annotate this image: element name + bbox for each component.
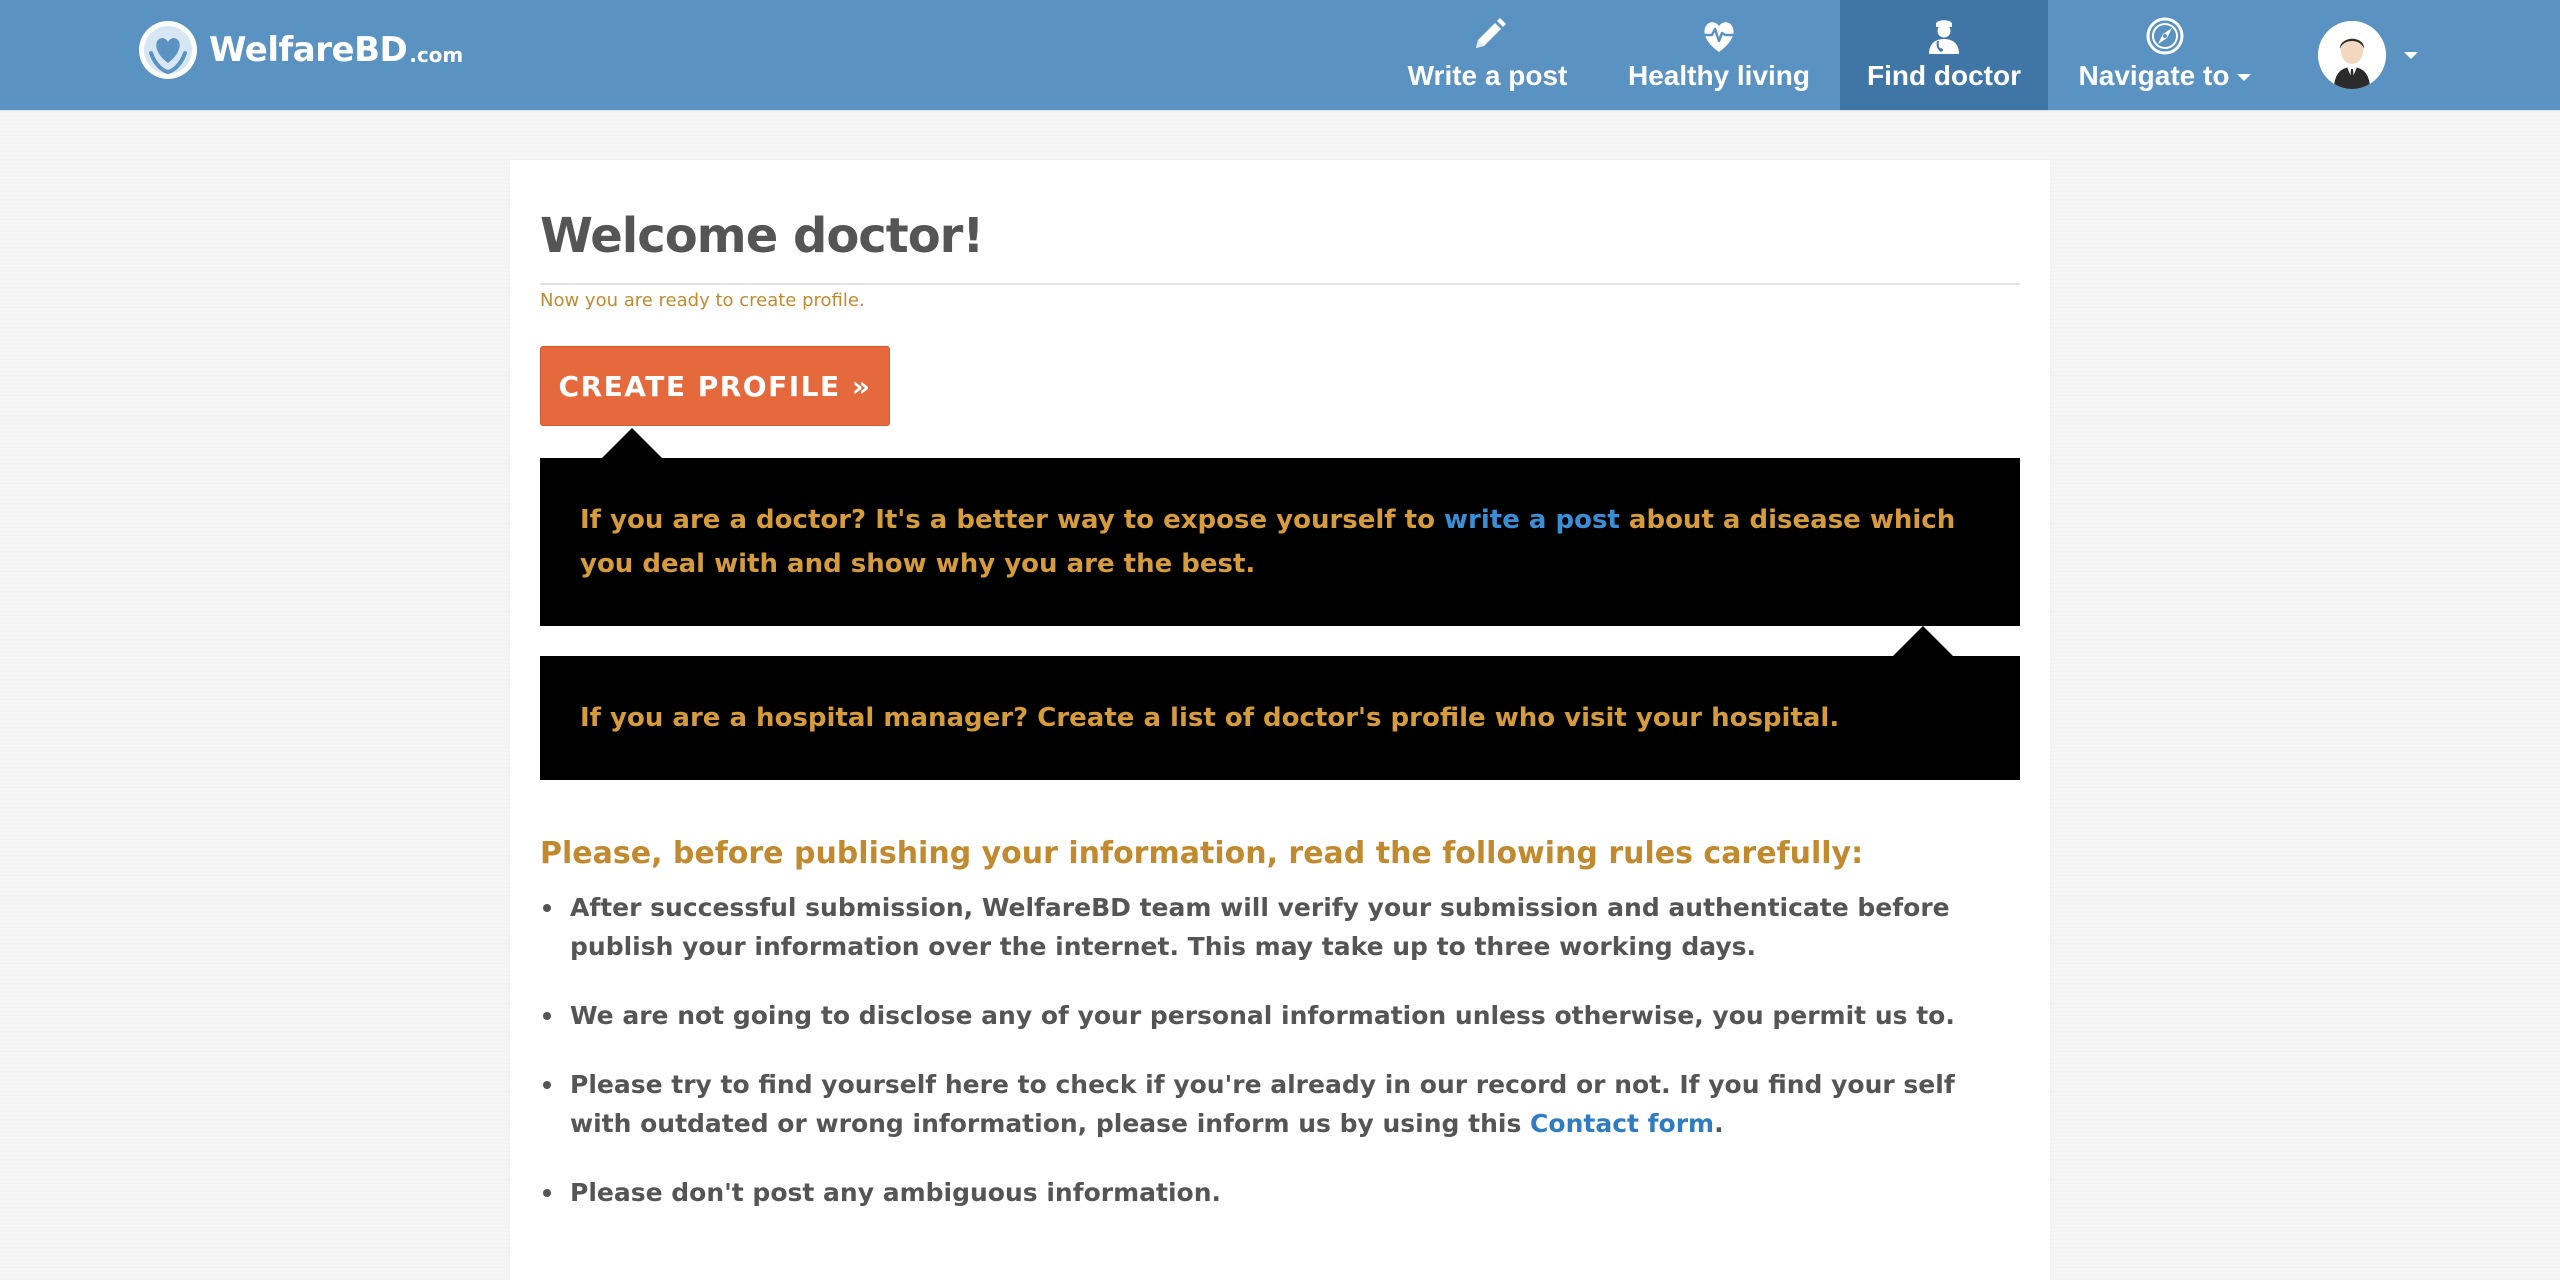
brand-tld: .com [409,43,464,67]
brand-logo-link[interactable]: WelfareBD .com [137,19,463,81]
page-title: Welcome doctor! [540,208,984,264]
contact-form-link[interactable]: Contact form [1530,1109,1714,1138]
write-a-post-link[interactable]: write a post [1444,505,1620,535]
main-card: Welcome doctor! Now you are ready to cre… [510,160,2050,1280]
nav-find-doctor[interactable]: Find doctor [1840,0,2048,110]
doctor-callout-text: If you are a doctor? It's a better way t… [580,498,1980,586]
page-subtitle: Now you are ready to create profile. [540,290,865,311]
rules-list: After successful submission, WelfareBD t… [540,888,2020,1242]
nav-navigate-label: Navigate to [2079,60,2252,92]
nav-write-a-post[interactable]: Write a post [1390,0,1585,110]
user-menu-dropdown[interactable] [2318,18,2428,92]
doctor-icon [1929,20,1959,54]
nav-find-label: Find doctor [1867,60,2021,91]
list-item: We are not going to disclose any of your… [543,996,2020,1035]
title-divider [540,283,2020,285]
list-item: After successful submission, WelfareBD t… [543,888,2020,966]
nav-navigate-to-dropdown[interactable]: Navigate to [2060,0,2270,110]
hospital-callout: If you are a hospital manager? Create a … [540,656,2020,780]
nav-healthy-label: Healthy living [1627,60,1811,91]
list-item: Please don't post any ambiguous informat… [543,1173,2020,1212]
doctor-callout-text-before: If you are a doctor? It's a better way t… [580,505,1445,535]
rule-text-before: Please try to find yourself here to chec… [570,1070,1955,1138]
hospital-callout-text: If you are a hospital manager? Create a … [580,703,1840,733]
user-menu-chevron-icon [2404,51,2418,59]
top-navbar: WelfareBD .com Write a post Healthy livi… [0,0,2560,110]
compass-icon [2146,17,2184,55]
rules-heading: Please, before publishing your informati… [540,836,1864,871]
list-item: Please try to find yourself here to chec… [543,1065,2020,1143]
callout-pointer [1893,626,1953,656]
nav-write-label: Write a post [1407,60,1568,91]
create-profile-button[interactable]: CREATE PROFILE » [540,346,890,426]
doctor-callout: If you are a doctor? It's a better way t… [540,458,2020,626]
chevron-down-icon [2237,74,2252,82]
pencil-icon [1475,18,1506,48]
heart-hands-logo-icon [139,21,197,79]
brand-name: WelfareBD [209,30,408,70]
avatar-icon [2318,21,2386,89]
callout-pointer [602,428,662,458]
heart-pulse-icon [1704,22,1734,52]
rule-text-after: . [1714,1109,1724,1138]
nav-healthy-living[interactable]: Healthy living [1612,0,1826,110]
nav-navigate-text: Navigate to [2078,60,2230,91]
